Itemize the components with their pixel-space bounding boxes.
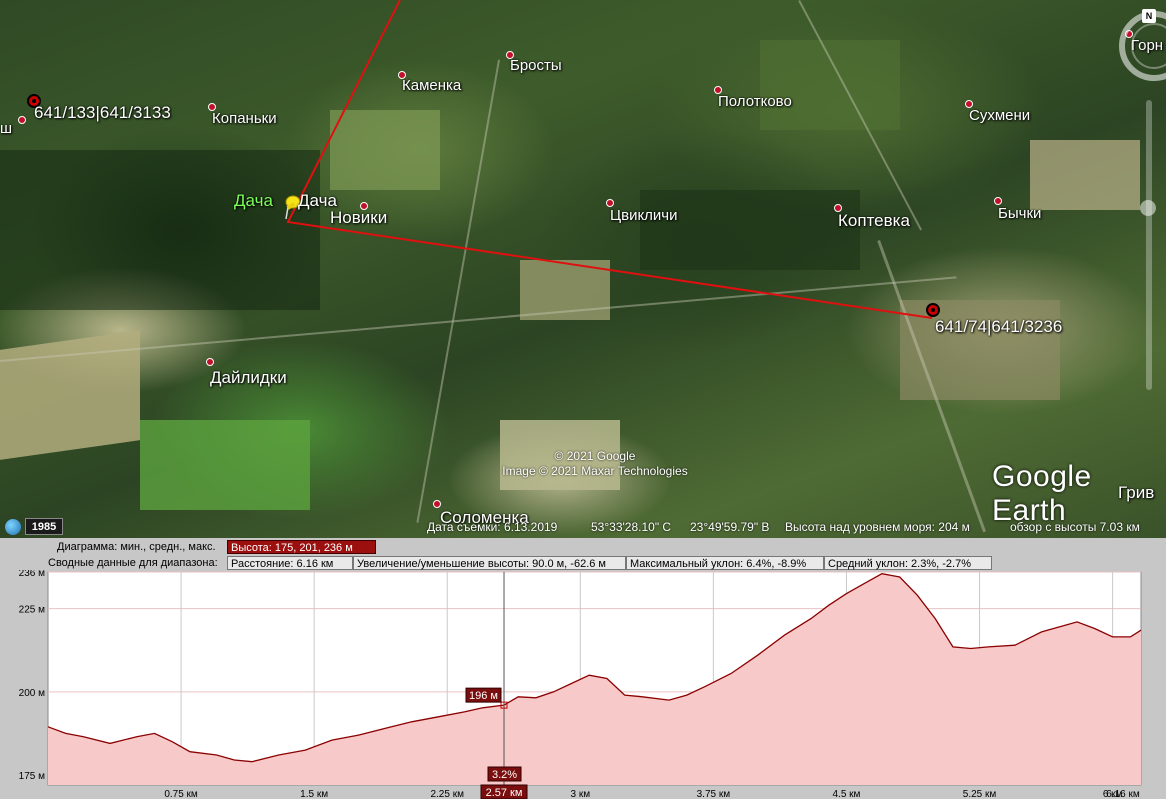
- historical-year-button[interactable]: 1985: [25, 518, 63, 535]
- place-dot[interactable]: [18, 116, 26, 124]
- longitude-readout: 23°49'59.79" В: [690, 520, 770, 534]
- place-label[interactable]: Новики: [330, 208, 387, 228]
- cursor-distance-tag: 2.57 км: [486, 787, 523, 799]
- x-tick-label: 0.75 км: [164, 789, 198, 799]
- place-label[interactable]: Полотково: [718, 93, 792, 110]
- elevation-change-box: Увеличение/уменьшение высоты: 90.0 м, -6…: [353, 556, 626, 570]
- x-tick-label: 4.5 км: [832, 789, 860, 799]
- capture-date: Дата съемки: 6.13.2019: [427, 520, 558, 534]
- avg-slope-box: Средний уклон: 2.3%, -2.7%: [824, 556, 992, 570]
- place-label[interactable]: 641/133|641/3133: [34, 103, 171, 123]
- place-label[interactable]: Бычки: [998, 205, 1041, 222]
- place-dot[interactable]: [433, 500, 441, 508]
- place-dot[interactable]: [994, 197, 1002, 205]
- profile-header-label: Диаграмма: мин., средн., макс.: [57, 541, 216, 553]
- map-copyright: © 2021 Google Image © 2021 Maxar Technol…: [490, 449, 700, 479]
- cursor-slope-tag: 3.2%: [492, 769, 517, 781]
- x-tick-label: 3.75 км: [697, 789, 731, 799]
- y-tick-label: 200 м: [19, 688, 45, 699]
- eye-altitude-readout: обзор с высоты 7.03 км: [1010, 520, 1140, 534]
- y-tick-label: 236 м: [19, 570, 45, 579]
- elevation-profile-chart[interactable]: 236 м 225 м 200 м 175 м 0.75 км 1.5 км 2.25 к…: [0, 570, 1166, 799]
- compass-north-label[interactable]: N: [1142, 9, 1156, 23]
- x-tick-label: 6.16 км: [1106, 789, 1140, 799]
- place-label[interactable]: Цвикличи: [610, 207, 678, 224]
- place-label[interactable]: Коптевка: [838, 211, 910, 231]
- x-tick-label: 1.5 км: [300, 789, 328, 799]
- zoom-control[interactable]: [1138, 100, 1166, 390]
- copyright-line: Image © 2021 Maxar Technologies: [502, 464, 688, 478]
- target-marker[interactable]: [926, 303, 940, 317]
- copyright-line: © 2021 Google: [554, 449, 636, 463]
- place-label: ш: [0, 120, 13, 137]
- map-statusbar: Дата съемки: 6.13.2019 53°33'28.10" С 23…: [0, 517, 1166, 538]
- placemark-label[interactable]: Дача: [234, 191, 273, 211]
- historical-imagery-icon[interactable]: [5, 519, 21, 535]
- distance-box: Расстояние: 6.16 км: [227, 556, 353, 570]
- place-dot[interactable]: [206, 358, 214, 366]
- latitude-readout: 53°33'28.10" С: [591, 520, 672, 534]
- elevation-readout: Высота над уровнем моря: 204 м: [785, 520, 970, 534]
- y-tick-label: 175 м: [19, 771, 45, 782]
- satellite-map[interactable]: 641/133|641/3133 ш Копаньки Каменка Брос…: [0, 0, 1166, 538]
- cursor-elevation-tag: 196 м: [469, 690, 498, 702]
- range-summary-label: Сводные данные для диапазона:: [48, 557, 218, 569]
- place-label[interactable]: Дайлидки: [210, 368, 287, 388]
- place-label[interactable]: Копаньки: [212, 110, 277, 127]
- x-tick-label: 3 км: [571, 789, 591, 799]
- place-label[interactable]: Каменка: [402, 77, 461, 94]
- navigation-compass[interactable]: N: [1112, 2, 1166, 88]
- place-label[interactable]: 641/74|641/3236: [935, 317, 1062, 337]
- max-slope-box: Максимальный уклон: 6.4%, -8.9%: [626, 556, 824, 570]
- place-label[interactable]: Сухмени: [969, 107, 1030, 124]
- x-tick-label: 2.25 км: [430, 789, 464, 799]
- y-tick-label: 225 м: [19, 605, 45, 616]
- x-tick-label: 5.25 км: [963, 789, 997, 799]
- elevation-summary-box: Высота: 175, 201, 236 м: [227, 540, 376, 554]
- place-dot[interactable]: [606, 199, 614, 207]
- place-label[interactable]: Бросты: [510, 57, 562, 74]
